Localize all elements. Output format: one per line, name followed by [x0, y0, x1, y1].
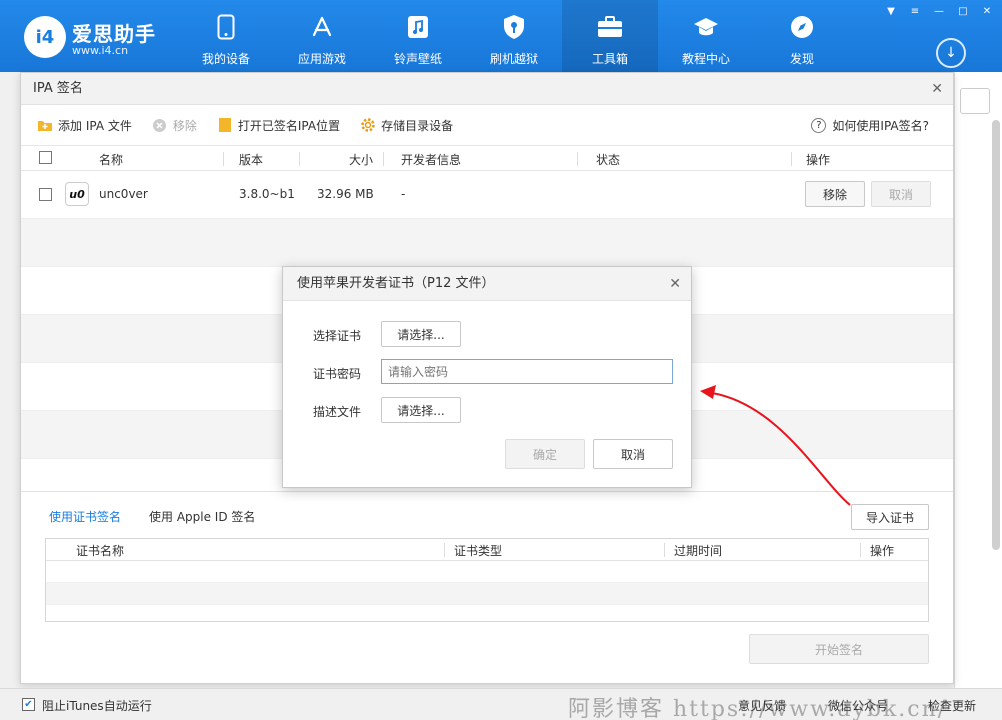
remove-circle-icon: [152, 117, 168, 133]
i4-logo[interactable]: i4: [24, 16, 66, 58]
col-action: 操作: [806, 153, 831, 167]
cert-table: 证书名称 证书类型 过期时间 操作: [45, 538, 929, 622]
p12-dialog-titlebar: 使用苹果开发者证书（P12 文件） ✕: [283, 267, 691, 301]
gear-icon: [360, 117, 376, 133]
minimize-icon[interactable]: —: [930, 4, 948, 18]
col-name: 名称: [99, 153, 124, 167]
storage-settings-button[interactable]: 存储目录设备: [360, 117, 453, 134]
row-checkbox[interactable]: [39, 188, 52, 201]
import-cert-button[interactable]: 导入证书: [851, 504, 929, 530]
nav-label: 教程中心: [681, 52, 730, 66]
col-version: 版本: [239, 153, 264, 167]
top-header: i4 爱思助手 www.i4.cn 我的设备 应用游戏 铃声壁纸 刷机越狱 工具…: [0, 0, 1002, 72]
block-itunes-label: 阻止iTunes自动运行: [42, 699, 152, 713]
table-row: [21, 219, 953, 267]
password-field[interactable]: [381, 359, 673, 384]
row-remove-button[interactable]: 移除: [805, 181, 865, 207]
ipa-dialog-title: IPA 签名: [33, 81, 83, 96]
folder-icon: [217, 117, 233, 133]
menu-icon[interactable]: ≡: [906, 4, 924, 18]
nav-label: 工具箱: [591, 52, 628, 66]
profile-label: 描述文件: [313, 405, 362, 419]
nav-label: 刷机越狱: [489, 52, 538, 66]
list-item: [46, 583, 928, 605]
app-size: 32.96 MB: [317, 187, 374, 201]
brand-site: www.i4.cn: [72, 44, 129, 57]
add-ipa-button[interactable]: 添加 IPA 文件: [37, 117, 132, 134]
status-bar: ✔ 阻止iTunes自动运行 阿影博客 https://www.aybk.cn/…: [0, 688, 1002, 720]
maximize-icon[interactable]: □: [954, 4, 972, 18]
col-expiry: 过期时间: [674, 544, 723, 558]
phone-icon: [213, 14, 239, 40]
brand-name: 爱思助手: [72, 22, 156, 46]
start-sign-button[interactable]: 开始签名: [749, 634, 929, 664]
row-cancel-button[interactable]: 取消: [871, 181, 931, 207]
folder-add-icon: [37, 117, 53, 133]
app-version: 3.8.0~b1: [239, 187, 295, 201]
table-row[interactable]: u0 unc0ver 3.8.0~b1 32.96 MB - 移除 取消: [21, 171, 953, 219]
open-signed-location-button[interactable]: 打开已签名IPA位置: [217, 117, 340, 134]
password-label: 证书密码: [313, 367, 362, 381]
ipa-table-header: 名称 版本 大小 开发者信息 状态 操作: [21, 145, 953, 171]
cert-table-header: 证书名称 证书类型 过期时间 操作: [46, 539, 928, 561]
col-status: 状态: [596, 153, 621, 167]
ipa-dialog-titlebar: IPA 签名 ✕: [21, 73, 953, 105]
p12-cert-dialog: 使用苹果开发者证书（P12 文件） ✕ 选择证书 请选择... 证书密码 描述文…: [282, 266, 692, 488]
nav-label: 我的设备: [201, 52, 250, 66]
nav-flash-jailbreak[interactable]: 刷机越狱: [466, 0, 562, 72]
music-icon: [405, 14, 431, 40]
compass-icon: [789, 14, 815, 40]
nav-apps-games[interactable]: 应用游戏: [274, 0, 370, 72]
ok-button[interactable]: 确定: [505, 439, 585, 469]
select-all-checkbox[interactable]: [39, 151, 52, 164]
nav-label: 应用游戏: [297, 52, 346, 66]
feedback-link[interactable]: 意见反馈: [738, 697, 786, 714]
graduation-icon: [693, 14, 719, 40]
help-link[interactable]: ? 如何使用IPA签名?: [811, 117, 929, 134]
question-icon: ?: [811, 118, 827, 133]
window-controls: ▼ ≡ — □ ✕: [882, 4, 996, 18]
remove-button[interactable]: 移除: [152, 117, 197, 134]
app-icon: u0: [65, 182, 89, 206]
col-size: 大小: [349, 153, 374, 167]
ipa-toolbar: 添加 IPA 文件 移除 打开已签名IPA位置 存储目录设备 ? 如何使用IPA…: [21, 105, 953, 145]
block-itunes-checkbox[interactable]: ✔: [22, 698, 35, 711]
background-scrollbar[interactable]: [992, 120, 1000, 550]
cert-label: 选择证书: [313, 329, 362, 343]
nav-label: 发现: [789, 52, 814, 66]
appstore-icon: [309, 14, 335, 40]
tab-apple-id-sign[interactable]: 使用 Apple ID 签名: [149, 508, 255, 525]
col-cert-name: 证书名称: [76, 544, 125, 558]
shield-icon: [501, 14, 527, 40]
close-icon[interactable]: ✕: [931, 73, 943, 105]
app-name: unc0ver: [99, 187, 148, 201]
list-item: [46, 561, 928, 583]
tab-cert-sign[interactable]: 使用证书签名: [49, 508, 121, 525]
choose-profile-button[interactable]: 请选择...: [381, 397, 461, 423]
shirt-icon[interactable]: ▼: [882, 4, 900, 18]
choose-cert-button[interactable]: 请选择...: [381, 321, 461, 347]
nav-my-device[interactable]: 我的设备: [178, 0, 274, 72]
col-developer: 开发者信息: [401, 153, 462, 167]
close-icon[interactable]: ✕: [978, 4, 996, 18]
close-icon[interactable]: ✕: [669, 267, 681, 301]
nav-label: 铃声壁纸: [393, 52, 442, 66]
app-developer: -: [401, 187, 406, 201]
search-icon[interactable]: [960, 88, 990, 114]
main-nav: 我的设备 应用游戏 铃声壁纸 刷机越狱 工具箱 教程中心 发现: [178, 0, 850, 72]
wechat-link[interactable]: 微信公众号: [828, 697, 888, 714]
nav-toolbox[interactable]: 工具箱: [562, 0, 658, 72]
sign-settings-area: 使用证书签名 使用 Apple ID 签名 导入证书 证书名称 证书类型 过期时…: [21, 491, 953, 683]
p12-dialog-title: 使用苹果开发者证书（P12 文件）: [297, 276, 495, 291]
nav-discover[interactable]: 发现: [754, 0, 850, 72]
nav-tutorials[interactable]: 教程中心: [658, 0, 754, 72]
download-icon[interactable]: ↓: [936, 38, 966, 68]
toolbox-icon: [597, 14, 623, 40]
cancel-button[interactable]: 取消: [593, 439, 673, 469]
col-cert-type: 证书类型: [454, 544, 503, 558]
check-update-link[interactable]: 检查更新: [928, 697, 976, 714]
nav-ringtones[interactable]: 铃声壁纸: [370, 0, 466, 72]
col-cert-action: 操作: [870, 544, 895, 558]
